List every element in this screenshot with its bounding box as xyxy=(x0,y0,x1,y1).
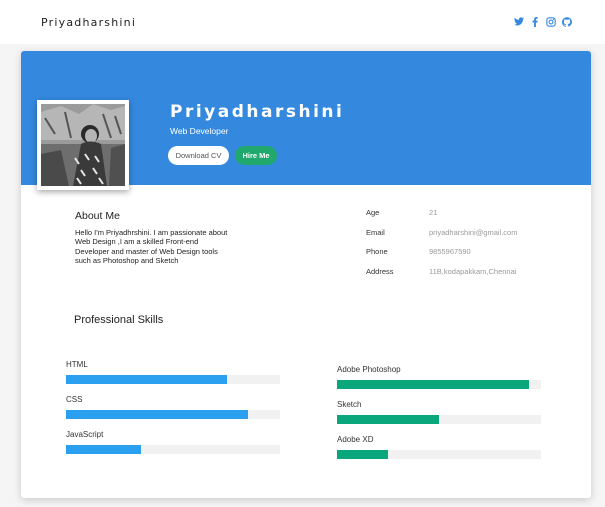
info-row-email: Email priyadharshini@gmail.com xyxy=(366,223,581,243)
profile-card: Priyadharshini Web Developer Download CV… xyxy=(21,51,591,498)
skill-label: Sketch xyxy=(337,400,362,409)
skill-bar-fill xyxy=(66,410,248,419)
hire-me-button[interactable]: Hire Me xyxy=(235,146,277,165)
avatar xyxy=(41,104,125,186)
skill-label: JavaScript xyxy=(66,430,104,439)
brand-name[interactable]: Priyadharshini xyxy=(41,16,136,29)
info-row-address: Address 11B,kodapakkam,Chennai xyxy=(366,262,581,282)
skill-label: HTML xyxy=(66,360,88,369)
skills-column-left: HTML CSS JavaScript xyxy=(66,360,280,465)
profile-name: Priyadharshini xyxy=(170,102,345,122)
info-label: Email xyxy=(366,227,385,237)
top-navbar: Priyadharshini xyxy=(0,0,605,44)
info-table: Age 21 Email priyadharshini@gmail.com Ph… xyxy=(366,203,581,281)
skill-bar xyxy=(337,450,541,459)
download-cv-button[interactable]: Download CV xyxy=(168,146,229,165)
skill-label: Adobe XD xyxy=(337,435,374,444)
twitter-icon[interactable] xyxy=(514,16,524,27)
facebook-icon[interactable] xyxy=(530,16,540,27)
info-label: Address xyxy=(366,266,394,276)
skills-column-right: Adobe Photoshop Sketch Adobe XD xyxy=(337,365,541,470)
skill-label: CSS xyxy=(66,395,83,404)
skill-bar-fill xyxy=(337,450,388,459)
info-row-phone: Phone 9855967590 xyxy=(366,242,581,262)
info-value: priyadharshini@gmail.com xyxy=(429,227,518,237)
skill-label: Adobe Photoshop xyxy=(337,365,401,374)
about-title: About Me xyxy=(75,210,120,222)
skills-title: Professional Skills xyxy=(74,314,164,326)
skill-bar xyxy=(66,410,280,419)
skill-bar xyxy=(66,445,280,454)
profile-role: Web Developer xyxy=(170,126,229,136)
social-links xyxy=(514,16,572,27)
info-value: 9855967590 xyxy=(429,247,471,257)
skill-bar xyxy=(66,375,280,384)
skill-adobe-xd: Adobe XD xyxy=(337,435,541,470)
info-value: 21 xyxy=(429,208,438,218)
skill-bar xyxy=(337,380,541,389)
skill-bar-fill xyxy=(66,445,141,454)
skill-bar-fill xyxy=(337,415,439,424)
skill-html: HTML xyxy=(66,360,280,395)
info-label: Age xyxy=(366,208,380,218)
skill-bar-fill xyxy=(337,380,529,389)
skill-javascript: JavaScript xyxy=(66,430,280,465)
skill-sketch: Sketch xyxy=(337,400,541,435)
instagram-icon[interactable] xyxy=(546,16,556,27)
info-row-age: Age 21 xyxy=(366,203,581,223)
skill-bar xyxy=(337,415,541,424)
skill-bar-fill xyxy=(66,375,227,384)
profile-photo xyxy=(37,100,129,190)
info-value: 11B,kodapakkam,Chennai xyxy=(429,266,517,276)
skill-css: CSS xyxy=(66,395,280,430)
about-text: Hello I'm Priyadhrshini. I am passionate… xyxy=(75,228,228,265)
info-label: Phone xyxy=(366,247,388,257)
skill-photoshop: Adobe Photoshop xyxy=(337,365,541,400)
github-icon[interactable] xyxy=(562,16,572,27)
